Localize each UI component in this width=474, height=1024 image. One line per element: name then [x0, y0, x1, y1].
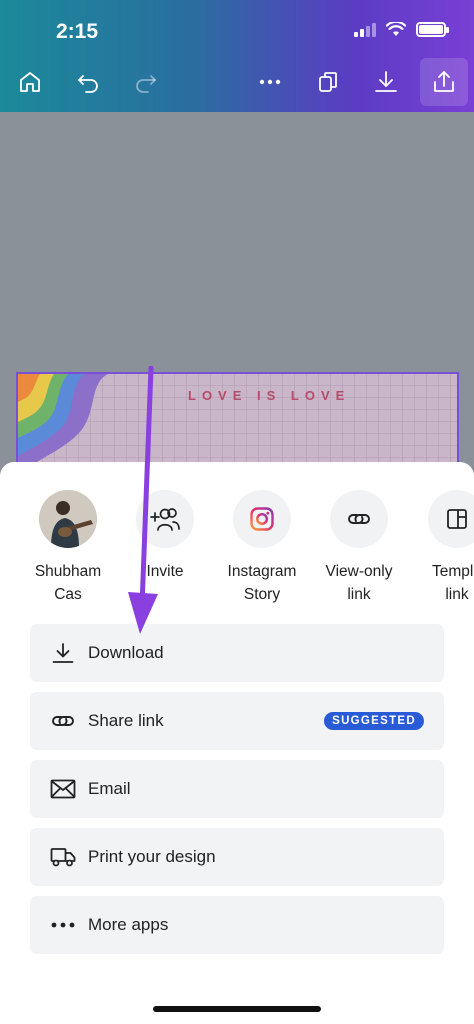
share-button[interactable] — [420, 58, 468, 106]
truck-icon — [50, 848, 76, 867]
link-icon — [52, 716, 74, 726]
share-target-view-only-link[interactable]: View-only link — [314, 490, 404, 606]
share-target-label: Shubham — [34, 563, 102, 580]
share-target-template-link[interactable]: Templa link — [412, 490, 474, 606]
top-app-bar: 2:15 — [0, 0, 474, 112]
share-target-label: Story — [243, 586, 281, 603]
download-icon — [375, 71, 397, 92]
status-time: 2:15 — [56, 20, 99, 43]
share-target-label: link — [347, 586, 371, 603]
envelope-icon — [50, 779, 76, 799]
rainbow-graphic — [18, 374, 108, 470]
invite-people-icon — [150, 508, 180, 531]
redo-button[interactable] — [122, 58, 170, 106]
design-page[interactable]: LOVE IS LOVE — [16, 372, 459, 472]
share-target-instagram-story[interactable]: Instagram Story — [217, 490, 307, 606]
pages-icon — [319, 72, 337, 92]
status-bar: 2:15 — [0, 0, 474, 60]
email-button[interactable]: Email — [30, 760, 444, 818]
download-toolbar-button[interactable] — [362, 58, 410, 106]
download-button[interactable]: Download — [30, 624, 444, 682]
share-target-label: View-only — [325, 563, 393, 580]
share-target-person[interactable]: Shubham Cas — [23, 490, 113, 606]
more-apps-button[interactable]: More apps — [30, 896, 444, 954]
undo-button[interactable] — [64, 58, 112, 106]
share-target-label: Templa — [432, 563, 474, 580]
link-icon — [348, 514, 370, 524]
more-button[interactable] — [246, 58, 294, 106]
design-title-text: LOVE IS LOVE — [188, 388, 351, 403]
suggested-badge: SUGGESTED — [324, 712, 424, 730]
share-target-invite[interactable]: Invite — [120, 490, 210, 583]
share-sheet: Shubham Cas Invite Instagram Story View-… — [0, 462, 474, 1024]
editor-toolbar — [0, 58, 474, 108]
more-apps-label: More apps — [88, 915, 169, 934]
dots-icon — [51, 922, 75, 928]
undo-icon — [78, 75, 98, 93]
email-label: Email — [88, 779, 131, 798]
download-label: Download — [88, 643, 164, 662]
share-target-label: Instagram — [227, 563, 297, 580]
status-icons — [354, 22, 449, 37]
share-link-label: Share link — [88, 711, 164, 730]
battery-icon — [416, 22, 449, 37]
share-target-label: link — [445, 586, 469, 603]
share-target-label: Invite — [146, 563, 184, 580]
share-icon — [434, 71, 454, 92]
instagram-icon — [250, 507, 274, 531]
print-design-button[interactable]: Print your design — [30, 828, 444, 886]
print-design-label: Print your design — [88, 847, 216, 866]
home-indicator[interactable] — [153, 1006, 321, 1012]
wifi-icon — [386, 22, 406, 36]
more-icon — [259, 79, 281, 85]
share-link-button[interactable]: Share link SUGGESTED — [30, 692, 444, 750]
home-button[interactable] — [6, 58, 54, 106]
cellular-signal-icon — [354, 22, 376, 37]
redo-icon — [136, 75, 156, 93]
pages-button[interactable] — [304, 58, 352, 106]
download-icon — [52, 643, 74, 663]
share-target-label: Cas — [54, 586, 82, 603]
avatar — [39, 490, 97, 548]
home-icon — [20, 72, 40, 92]
template-icon — [447, 509, 467, 529]
share-targets-row: Shubham Cas Invite Instagram Story View-… — [0, 490, 474, 610]
